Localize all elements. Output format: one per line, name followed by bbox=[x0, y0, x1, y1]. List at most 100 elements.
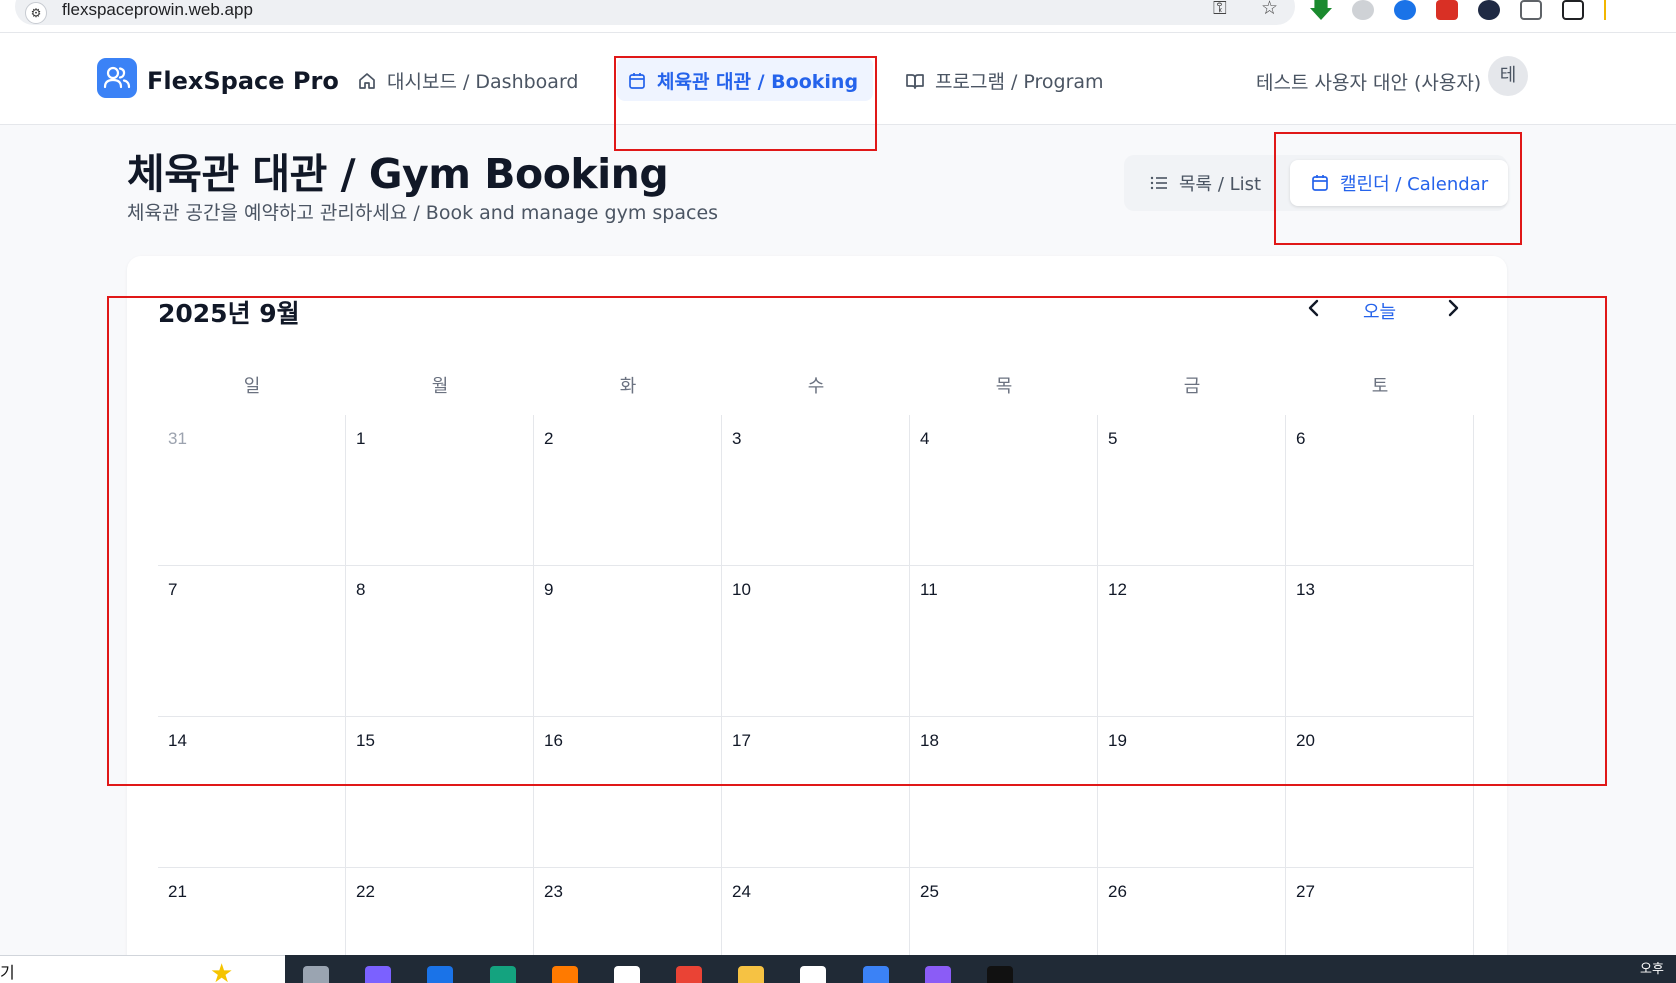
calendar-day-cell[interactable]: 8 bbox=[346, 566, 534, 717]
calendar-day-cell[interactable]: 15 bbox=[346, 717, 534, 868]
clock-text: 오후 bbox=[1640, 962, 1664, 977]
day-number: 2 bbox=[544, 429, 554, 448]
calendar-day-cell[interactable]: 18 bbox=[910, 717, 1098, 868]
url-text[interactable]: flexspaceprowin.web.app bbox=[62, 0, 253, 20]
weekday-label: 수 bbox=[807, 376, 825, 397]
shield-extension-icon[interactable] bbox=[1478, 0, 1500, 20]
brand-name[interactable]: FlexSpace Pro bbox=[147, 67, 339, 95]
nav-program-label: 프로그램 / Program bbox=[935, 71, 1104, 93]
nav-dashboard[interactable]: 대시보드 / Dashboard bbox=[357, 67, 578, 94]
day-number: 5 bbox=[1108, 429, 1118, 448]
day-number: 7 bbox=[168, 580, 178, 599]
extensions-puzzle-icon[interactable] bbox=[1562, 0, 1584, 20]
day-number: 19 bbox=[1108, 731, 1127, 750]
bookmark-star-icon[interactable]: ☆ bbox=[1261, 0, 1278, 20]
obsidian-icon[interactable] bbox=[925, 966, 951, 983]
calendar-day-cell[interactable]: 16 bbox=[534, 717, 722, 868]
nav-program[interactable]: 프로그램 / Program bbox=[905, 67, 1104, 94]
day-number: 11 bbox=[920, 580, 938, 599]
weekday-label: 목 bbox=[995, 376, 1013, 397]
calendar-day-cell[interactable]: 17 bbox=[722, 717, 910, 868]
page-subtitle: 체육관 공간을 예약하고 관리하세요 / Book and manage gym… bbox=[127, 202, 719, 224]
edge-icon[interactable] bbox=[490, 966, 516, 983]
toolbar-divider bbox=[1604, 0, 1606, 20]
copilot-app-icon[interactable] bbox=[365, 966, 391, 983]
calendar-view-label: 캘린더 / Calendar bbox=[1340, 174, 1489, 195]
download-extension-icon[interactable] bbox=[1310, 0, 1332, 20]
view-toggle: 목록 / List 캘린더 / Calendar bbox=[1124, 155, 1509, 211]
calendar-day-cell[interactable]: 6 bbox=[1286, 415, 1474, 566]
weekday-label: 토 bbox=[1371, 376, 1389, 397]
document-extension-icon[interactable] bbox=[1520, 0, 1542, 20]
chrome-icon[interactable] bbox=[676, 966, 702, 983]
day-number: 13 bbox=[1296, 580, 1315, 599]
day-number: 10 bbox=[732, 580, 751, 599]
day-number: 18 bbox=[920, 731, 939, 750]
list-icon bbox=[1150, 176, 1167, 190]
calendar-day-cell[interactable]: 12 bbox=[1098, 566, 1286, 717]
calendar-day-cell[interactable]: 19 bbox=[1098, 717, 1286, 868]
day-number: 1 bbox=[356, 429, 366, 448]
store-icon[interactable] bbox=[614, 966, 640, 983]
day-number: 14 bbox=[168, 731, 187, 750]
extensions-row bbox=[1310, 0, 1606, 20]
task-view-icon[interactable] bbox=[303, 966, 329, 983]
next-month-button[interactable] bbox=[1435, 290, 1471, 326]
list-view-label: 목록 / List bbox=[1179, 174, 1262, 195]
calendar-view-button[interactable]: 캘린더 / Calendar bbox=[1290, 160, 1509, 206]
day-number: 6 bbox=[1296, 429, 1306, 448]
calendar-day-cell[interactable]: 4 bbox=[910, 415, 1098, 566]
calendar-day-cell[interactable]: 2 bbox=[534, 415, 722, 566]
today-button[interactable]: 오늘 bbox=[1363, 298, 1396, 324]
day-number: 21 bbox=[168, 882, 187, 901]
day-number: 12 bbox=[1108, 580, 1127, 599]
calendar-icon bbox=[629, 72, 645, 89]
calendar-day-cell[interactable]: 9 bbox=[534, 566, 722, 717]
app-icon[interactable] bbox=[863, 966, 889, 983]
password-key-icon[interactable]: ⚿ bbox=[1213, 0, 1227, 19]
calendar-day-cell[interactable]: 14 bbox=[158, 717, 346, 868]
terminal-icon[interactable] bbox=[800, 966, 826, 983]
logo[interactable] bbox=[97, 58, 137, 98]
calendar-day-cell[interactable]: 7 bbox=[158, 566, 346, 717]
calendar-day-cell[interactable]: 1 bbox=[346, 415, 534, 566]
address-bar[interactable]: ⚙ flexspaceprowin.web.app ⚿ ☆ bbox=[15, 0, 1295, 25]
firefox-icon[interactable] bbox=[552, 966, 578, 983]
calendar-day-cell[interactable]: 10 bbox=[722, 566, 910, 717]
calendar-day-cell[interactable]: 20 bbox=[1286, 717, 1474, 868]
calendar-day-cell[interactable]: 11 bbox=[910, 566, 1098, 717]
copilot-star-icon[interactable]: ★ bbox=[210, 960, 233, 983]
calendar-day-cell[interactable]: 3 bbox=[722, 415, 910, 566]
file-explorer-icon[interactable] bbox=[738, 966, 764, 983]
site-settings-icon[interactable]: ⚙ bbox=[25, 2, 47, 24]
weekday-label: 월 bbox=[431, 376, 449, 397]
list-view-button[interactable]: 목록 / List bbox=[1129, 160, 1281, 206]
chevron-left-icon bbox=[1308, 299, 1319, 317]
user-name[interactable]: 테스트 사용자 대안 (사용자) bbox=[1256, 68, 1481, 95]
prev-month-button[interactable] bbox=[1296, 290, 1332, 326]
taskbar-search[interactable]: 기 ★ bbox=[0, 955, 285, 983]
weekday-label: 일 bbox=[243, 376, 261, 397]
day-number: 16 bbox=[544, 731, 563, 750]
calendar-day-cell[interactable]: 5 bbox=[1098, 415, 1286, 566]
nav-booking[interactable]: 체육관 대관 / Booking bbox=[627, 67, 858, 94]
outlook-icon[interactable] bbox=[427, 966, 453, 983]
day-number: 24 bbox=[732, 882, 751, 901]
red-extension-icon[interactable] bbox=[1436, 0, 1458, 20]
nav-booking-label: 체육관 대관 / Booking bbox=[657, 71, 859, 93]
day-number: 27 bbox=[1296, 882, 1315, 901]
avatar[interactable]: 테 bbox=[1488, 56, 1528, 96]
calendar-icon bbox=[1312, 175, 1328, 191]
browser-bar: ⚙ flexspaceprowin.web.app ⚿ ☆ bbox=[0, 0, 1676, 33]
blue-extension-icon[interactable] bbox=[1394, 0, 1416, 20]
calendar-day-cell[interactable]: 13 bbox=[1286, 566, 1474, 717]
calendar-month-label: 2025년 9월 bbox=[158, 299, 300, 328]
home-icon bbox=[359, 72, 375, 89]
day-number: 23 bbox=[544, 882, 563, 901]
app-header: FlexSpace Pro 대시보드 / Dashboard 체육관 대관 / … bbox=[0, 33, 1676, 125]
book-open-icon bbox=[906, 73, 924, 89]
cursor-icon[interactable] bbox=[987, 966, 1013, 983]
calendar-day-cell[interactable]: 31 bbox=[158, 415, 346, 566]
weekday-label: 금 bbox=[1183, 376, 1201, 397]
grey-extension-icon[interactable] bbox=[1352, 0, 1374, 20]
